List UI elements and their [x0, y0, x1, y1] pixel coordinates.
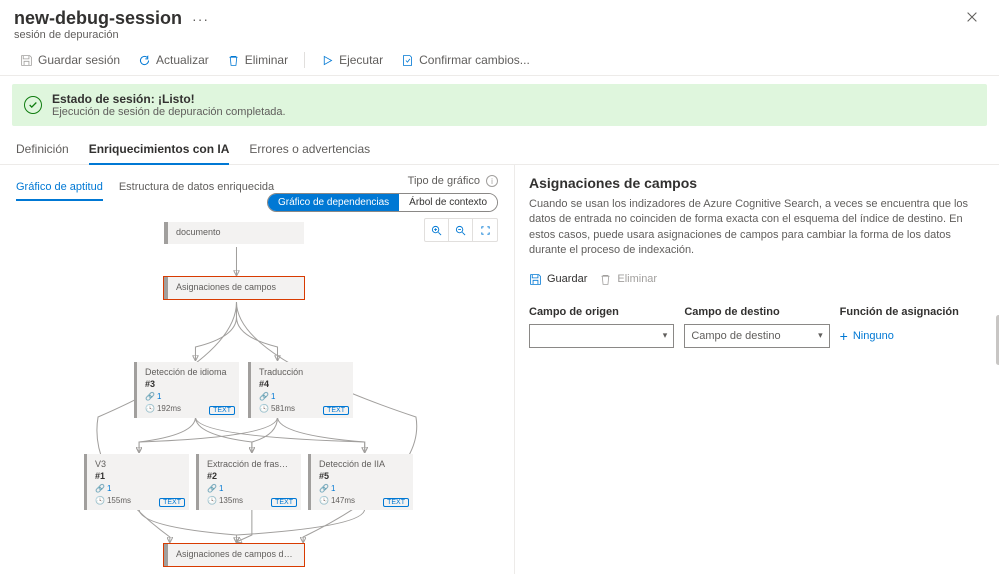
link-icon: 🔗 1 [207, 484, 223, 493]
clock-icon: 🕓 155ms [95, 496, 131, 505]
target-field-select[interactable]: Campo de destino ▾ [684, 324, 829, 348]
clock-icon: 🕓 581ms [259, 404, 295, 413]
node-id: #2 [207, 471, 293, 481]
plus-icon: + [840, 328, 848, 344]
panel-title: Asignaciones de campos [529, 175, 985, 191]
save-session-button[interactable]: Guardar sesión [14, 49, 126, 71]
node-key-phrase[interactable]: Extracción de frases clave #2 🔗 1 🕓 135m… [196, 454, 301, 510]
graph-type-switch: Gráfico de dependencias Árbol de context… [267, 193, 498, 212]
page-title: new-debug-session [14, 8, 182, 29]
node-label: Asignaciones de campos [176, 282, 296, 292]
col-target: Campo de destino [684, 306, 829, 318]
commit-icon [401, 54, 414, 67]
tab-enrichments[interactable]: Enriquecimientos con IA [89, 134, 230, 164]
type-badge: TEXT [271, 498, 297, 507]
type-badge: TEXT [383, 498, 409, 507]
close-button[interactable] [961, 8, 983, 29]
status-banner: Estado de sesión: ¡Listo! Ejecución de s… [12, 84, 987, 126]
refresh-icon [138, 54, 151, 67]
commit-button[interactable]: Confirmar cambios... [395, 49, 536, 71]
act-label: Eliminar [617, 273, 657, 285]
delete-icon [599, 273, 612, 286]
play-icon [321, 54, 334, 67]
node-field-mappings[interactable]: Asignaciones de campos [164, 277, 304, 299]
node-label: Extracción de frases clave [207, 459, 293, 469]
more-menu[interactable]: ··· [192, 11, 209, 27]
cmd-label: Ejecutar [339, 53, 383, 67]
node-id: #4 [259, 379, 345, 389]
node-output-field-mappings[interactable]: Asignaciones de campos de salida [164, 544, 304, 566]
col-function: Función de asignación [840, 306, 985, 318]
link-icon: 🔗 1 [95, 484, 111, 493]
tab-definition[interactable]: Definición [16, 134, 69, 164]
chevron-down-icon: ▾ [663, 330, 668, 341]
graph-type-label: Tipo de gráfico [408, 175, 480, 187]
delete-icon [227, 54, 240, 67]
command-bar: Guardar sesión Actualizar Eliminar Ejecu… [0, 45, 999, 76]
cmd-label: Confirmar cambios... [419, 53, 530, 67]
node-id: #1 [95, 471, 181, 481]
check-icon [24, 96, 42, 114]
source-field-select[interactable]: ▾ [529, 324, 674, 348]
panel-delete-button[interactable]: Eliminar [599, 273, 657, 286]
panel-save-button[interactable]: Guardar [529, 273, 587, 286]
cmd-label: Eliminar [245, 53, 288, 67]
node-translation[interactable]: Traducción #4 🔗 1 🕓 581ms TEXT [248, 362, 353, 418]
node-label: Detección de idioma [145, 367, 231, 377]
chevron-down-icon: ▾ [818, 330, 823, 341]
col-source: Campo de origen [529, 306, 674, 318]
node-label: Detección de IIA [319, 459, 405, 469]
node-label: V3 [95, 459, 181, 469]
node-document[interactable]: documento [164, 222, 304, 244]
node-v3[interactable]: V3 #1 🔗 1 🕓 155ms TEXT [84, 454, 189, 510]
subtab-aptitude-graph[interactable]: Gráfico de aptitud [16, 175, 103, 201]
cmd-label: Actualizar [156, 53, 209, 67]
link-icon: 🔗 1 [145, 392, 161, 401]
type-badge: TEXT [159, 498, 185, 507]
banner-title: Estado de sesión: ¡Listo! [52, 92, 286, 106]
fn-label: Ninguno [853, 330, 894, 342]
type-badge: TEXT [209, 406, 235, 415]
clock-icon: 🕓 192ms [145, 404, 181, 413]
main-tabs: Definición Enriquecimientos con IA Error… [0, 134, 999, 165]
cmd-label: Guardar sesión [38, 53, 120, 67]
save-icon [20, 54, 33, 67]
chip-context-tree[interactable]: Árbol de contexto [399, 194, 497, 211]
save-icon [529, 273, 542, 286]
node-label: documento [176, 227, 296, 237]
refresh-button[interactable]: Actualizar [132, 49, 215, 71]
info-icon[interactable]: i [486, 175, 498, 187]
panel-description: Cuando se usan los indizadores de Azure … [529, 197, 985, 259]
chip-dependencies[interactable]: Gráfico de dependencias [268, 194, 399, 211]
node-id: #3 [145, 379, 231, 389]
dependency-graph[interactable]: documento Asignaciones de campos Detecci… [16, 217, 498, 574]
subtab-enriched-structure[interactable]: Estructura de datos enriquecida [119, 175, 274, 201]
node-pii-detect[interactable]: Detección de IIA #5 🔗 1 🕓 147ms TEXT [308, 454, 413, 510]
banner-message: Ejecución de sesión de depuración comple… [52, 106, 286, 118]
page-subtitle: sesión de depuración [14, 29, 209, 41]
link-icon: 🔗 1 [319, 484, 335, 493]
act-label: Guardar [547, 273, 587, 285]
details-panel: Asignaciones de campos Cuando se usan lo… [514, 165, 999, 574]
node-label: Asignaciones de campos de salida [176, 549, 296, 559]
clock-icon: 🕓 135ms [207, 496, 243, 505]
divider [304, 52, 305, 68]
node-id: #5 [319, 471, 405, 481]
tab-errors[interactable]: Errores o advertencias [249, 134, 370, 164]
node-lang-detect[interactable]: Detección de idioma #3 🔗 1 🕓 192ms TEXT [134, 362, 239, 418]
type-badge: TEXT [323, 406, 349, 415]
node-label: Traducción [259, 367, 345, 377]
link-icon: 🔗 1 [259, 392, 275, 401]
run-button[interactable]: Ejecutar [315, 49, 389, 71]
mapping-row: ▾ Campo de destino ▾ + Ninguno [529, 324, 985, 348]
delete-button[interactable]: Eliminar [221, 49, 294, 71]
clock-icon: 🕓 147ms [319, 496, 355, 505]
placeholder: Campo de destino [691, 330, 780, 342]
add-function-button[interactable]: + Ninguno [840, 328, 985, 344]
close-icon [965, 10, 979, 24]
